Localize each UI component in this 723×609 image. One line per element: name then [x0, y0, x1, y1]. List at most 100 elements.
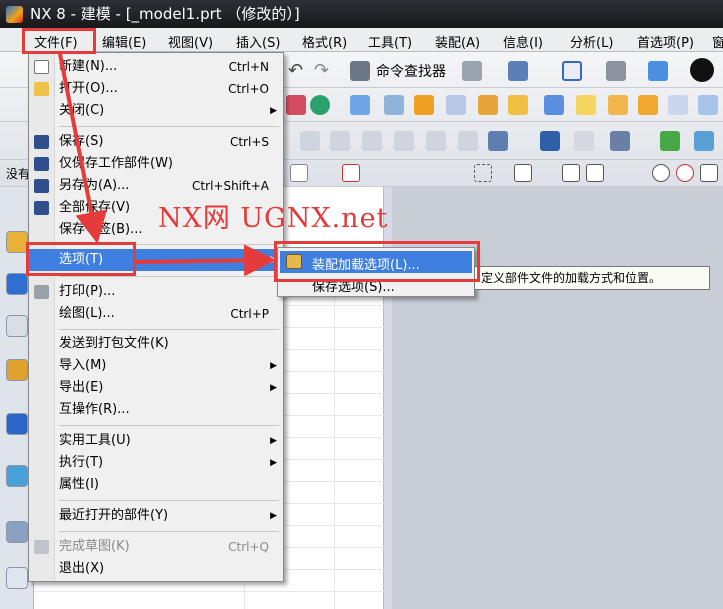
chamfer-icon[interactable]	[576, 95, 596, 115]
command-finder-icon[interactable]	[350, 61, 370, 81]
edit-feature-icon[interactable]	[610, 131, 630, 151]
web-browser-icon[interactable]	[6, 413, 28, 435]
box-select-icon[interactable]	[474, 164, 492, 182]
menu-item-save-as[interactable]: 另存为(A)... Ctrl+Shift+A	[29, 175, 283, 197]
menu-item-plot[interactable]: 绘图(L)... Ctrl+P	[29, 303, 283, 325]
menu-item-export[interactable]: 导出(E) ▶	[29, 377, 283, 399]
save-work-part-icon	[34, 157, 49, 171]
check-icon[interactable]	[660, 131, 680, 151]
submenu-arrow-icon: ▶	[270, 383, 277, 393]
edit-curve-icon[interactable]	[574, 131, 594, 151]
split-body-icon[interactable]	[698, 95, 718, 115]
menu-item-exit[interactable]: 退出(X)	[29, 558, 283, 580]
new-file-icon	[34, 60, 49, 74]
menu-item-save[interactable]: 保存(S) Ctrl+S	[29, 131, 283, 153]
surface-6-icon[interactable]	[458, 131, 478, 151]
system-materials-icon[interactable]	[6, 521, 28, 543]
redo-icon[interactable]: ↷	[314, 60, 334, 81]
menu-item-properties[interactable]: 属性(I)	[29, 474, 283, 496]
datum-icon[interactable]	[310, 95, 330, 115]
menu-edit[interactable]: 编辑(E)	[102, 32, 146, 51]
assembly-navigator-icon[interactable]	[6, 231, 28, 253]
file-menu: 新建(N)... Ctrl+N 打开(O)... Ctrl+O 关闭(C) ▶ …	[28, 52, 284, 582]
extrude-icon[interactable]	[350, 95, 370, 115]
pad-icon[interactable]	[508, 95, 528, 115]
menu-item-interoperation[interactable]: 互操作(R)...	[29, 399, 283, 421]
fit-view-icon[interactable]	[562, 61, 582, 81]
submenu-arrow-icon: ▶	[270, 361, 277, 371]
menu-item-open[interactable]: 打开(O)... Ctrl+O	[29, 78, 283, 100]
snap-intersection-icon[interactable]	[700, 164, 718, 182]
draft-icon[interactable]	[638, 95, 658, 115]
surface-5-icon[interactable]	[426, 131, 446, 151]
command-finder-label[interactable]: 命令查找器	[376, 61, 446, 81]
menu-assembly[interactable]: 装配(A)	[435, 32, 480, 51]
boss-icon[interactable]	[446, 95, 466, 115]
snap-line-icon[interactable]	[562, 164, 580, 182]
menu-item-save-work-part[interactable]: 仅保存工作部件(W)	[29, 153, 283, 175]
reuse-library-icon[interactable]	[6, 359, 28, 381]
surface-3-icon[interactable]	[362, 131, 382, 151]
menu-analysis[interactable]: 分析(L)	[570, 32, 613, 51]
orient-view-icon[interactable]	[606, 61, 626, 81]
save-icon	[34, 135, 49, 149]
menu-item-execute[interactable]: 执行(T) ▶	[29, 452, 283, 474]
constraint-navigator-icon[interactable]	[6, 273, 28, 295]
inspect-icon[interactable]	[540, 131, 560, 151]
nx-logo-icon[interactable]	[6, 6, 23, 23]
move-object-icon[interactable]	[694, 131, 714, 151]
open-folder-icon	[34, 82, 49, 96]
menu-insert[interactable]: 插入(S)	[236, 32, 280, 51]
finish-sketch-icon	[34, 540, 49, 554]
pocket-icon[interactable]	[478, 95, 498, 115]
submenu-arrow-icon: ▶	[270, 436, 277, 446]
menu-item-recent-parts[interactable]: 最近打开的部件(Y) ▶	[29, 505, 283, 527]
blend-icon[interactable]	[544, 95, 564, 115]
surface-2-icon[interactable]	[330, 131, 350, 151]
snap-end-icon[interactable]	[514, 164, 532, 182]
sketch-icon[interactable]	[286, 95, 306, 115]
annotation-box-load-options	[274, 241, 480, 282]
surface-1-icon[interactable]	[300, 131, 320, 151]
menu-item-import[interactable]: 导入(M) ▶	[29, 355, 283, 377]
save-all-icon	[34, 201, 49, 215]
background-icon[interactable]	[690, 58, 714, 82]
snap-point-icon[interactable]	[342, 164, 360, 182]
roles-icon[interactable]	[6, 567, 28, 589]
menu-item-send-to-package[interactable]: 发送到打包文件(K)	[29, 333, 283, 355]
tooltip: 定义部件文件的加载方式和位置。	[474, 266, 710, 290]
watermark: NX网 UGNX.net	[158, 203, 389, 234]
render-style-icon[interactable]	[648, 61, 668, 81]
surface-4-icon[interactable]	[394, 131, 414, 151]
menu-item-new[interactable]: 新建(N)... Ctrl+N	[29, 56, 283, 78]
save-as-icon	[34, 179, 49, 193]
revolve-icon[interactable]	[384, 95, 404, 115]
select-icon[interactable]	[462, 61, 482, 81]
menu-view[interactable]: 视图(V)	[168, 32, 213, 51]
annotation-box-options	[26, 242, 136, 276]
menu-preferences[interactable]: 首选项(P)	[637, 32, 694, 51]
undo-icon[interactable]: ↶	[288, 60, 308, 81]
menu-window[interactable]: 窗	[712, 32, 723, 51]
history-icon[interactable]	[6, 465, 28, 487]
menu-tools[interactable]: 工具(T)	[368, 32, 412, 51]
hole-icon[interactable]	[414, 95, 434, 115]
annotation-box-file-menu	[22, 28, 96, 54]
filter-icon[interactable]	[508, 61, 528, 81]
part-navigator-icon[interactable]	[6, 315, 28, 337]
snap-arc-icon[interactable]	[676, 164, 694, 182]
snap-center-icon[interactable]	[652, 164, 670, 182]
menu-information[interactable]: 信息(I)	[503, 32, 543, 51]
shell-icon[interactable]	[608, 95, 628, 115]
trim-body-icon[interactable]	[668, 95, 688, 115]
menu-item-close[interactable]: 关闭(C) ▶	[29, 100, 283, 122]
selection-filter-value[interactable]: 没有	[6, 165, 30, 182]
snap-mid-icon[interactable]	[586, 164, 604, 182]
menu-item-print[interactable]: 打印(P)...	[29, 281, 283, 303]
dropdown-icon[interactable]	[290, 164, 308, 182]
tooltip-text: 定义部件文件的加载方式和位置。	[481, 271, 662, 285]
print-icon	[34, 285, 49, 299]
analysis-icon[interactable]	[488, 131, 508, 151]
menu-format[interactable]: 格式(R)	[302, 32, 347, 51]
menu-item-utilities[interactable]: 实用工具(U) ▶	[29, 430, 283, 452]
